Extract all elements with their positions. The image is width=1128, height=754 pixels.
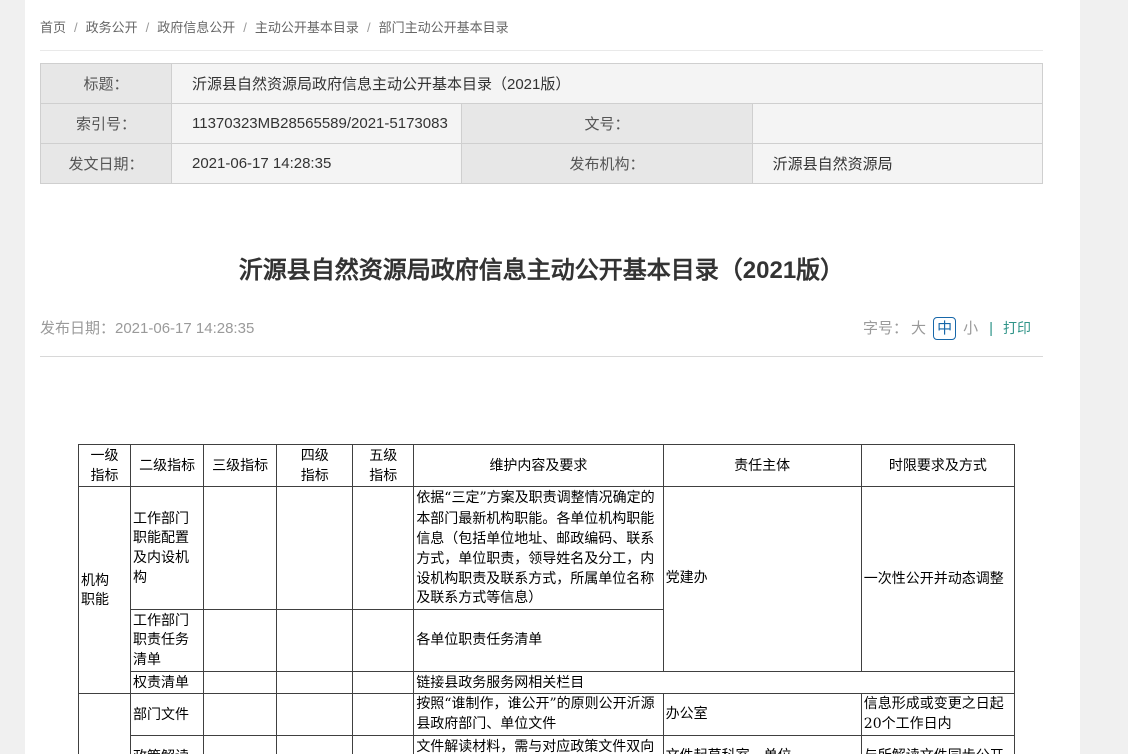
cell-deadline: 信息形成或变更之日起20个工作日内 [861,694,1014,736]
font-size-label: 字号： [863,318,908,339]
breadcrumb-separator: / [243,20,247,35]
meta-row-title: 标题： 沂源县自然资源局政府信息主动公开基本目录（2021版） [41,64,1043,104]
header-level3: 三级指标 [204,445,277,487]
table-row: 部门文件 按照“谁制作，谁公开”的原则公开沂源县政府部门、单位文件 办公室 信息… [79,694,1015,736]
empty-cell [204,736,277,754]
table-row: 权责清单 链接县政务服务网相关栏目 [79,671,1015,694]
meta-row-index: 索引号： 11370323MB28565589/2021-5173083 文号： [41,104,1043,144]
header-owner: 责任主体 [663,445,861,487]
empty-cell [204,609,277,671]
article-toolbar: 发布日期：2021-06-17 14:28:35 字号： 大 中 小 | 打印 [40,317,1043,340]
page-left-gutter [0,0,25,754]
cell-content: 依据“三定”方案及职责调整情况确定的本部门最新机构职能。各单位机构职能信息（包括… [414,487,663,610]
breadcrumb-zhengwu[interactable]: 政务公开 [86,20,138,35]
header-deadline: 时限要求及方式 [861,445,1014,487]
breadcrumb-basic-catalog[interactable]: 主动公开基本目录 [255,20,359,35]
empty-cell [277,694,353,736]
breadcrumb-dept-catalog[interactable]: 部门主动公开基本目录 [379,20,509,35]
empty-cell [204,694,277,736]
header-level5: 五级 指标 [353,445,414,487]
cell-level2: 工作部门职能配置及内设机构 [131,487,204,610]
meta-index-label: 索引号： [41,104,172,144]
cell-content: 文件解读材料，需与对应政策文件双向关联 [414,736,663,754]
breadcrumb-separator: / [74,20,78,35]
meta-agency-label: 发布机构： [462,144,752,184]
empty-cell [204,671,277,694]
header-content: 维护内容及要求 [414,445,663,487]
page-content: 首页 / 政务公开 / 政府信息公开 / 主动公开基本目录 / 部门主动公开基本目录 标题： 沂… [25,0,1080,754]
cell-content: 各单位职责任务清单 [414,609,663,671]
article-title: 沂源县自然资源局政府信息主动公开基本目录（2021版） [40,254,1043,287]
empty-cell [353,671,414,694]
header-level2: 二级指标 [131,445,204,487]
print-button[interactable]: 打印 [1003,318,1031,339]
font-size-controls: 字号： 大 中 小 | 打印 [863,317,1043,340]
header-level4: 四级 指标 [277,445,353,487]
empty-cell [204,487,277,610]
empty-cell [277,487,353,610]
catalog-header-row: 一级 指标 二级指标 三级指标 四级 指标 五级 指标 维护内容及要求 责任主体… [79,445,1015,487]
meta-docnum-label: 文号： [462,104,752,144]
meta-date-value: 2021-06-17 14:28:35 [172,144,462,184]
cell-level1-section2 [79,694,131,754]
cell-owner: 办公室 [663,694,861,736]
toolbar-divider: | [989,318,993,339]
cell-level2: 部门文件 [131,694,204,736]
empty-cell [353,736,414,754]
meta-row-date: 发文日期： 2021-06-17 14:28:35 发布机构： 沂源县自然资源局 [41,144,1043,184]
empty-cell [353,487,414,610]
empty-cell [277,609,353,671]
cell-deadline: 与所解读文件同步公开 [861,736,1014,754]
empty-cell [277,671,353,694]
cell-content: 按照“谁制作，谁公开”的原则公开沂源县政府部门、单位文件 [414,694,663,736]
empty-cell [353,694,414,736]
meta-title-label: 标题： [41,64,172,104]
breadcrumb-separator: / [146,20,150,35]
breadcrumb: 首页 / 政务公开 / 政府信息公开 / 主动公开基本目录 / 部门主动公开基本目录 [40,0,1043,51]
cell-level2: 工作部门职责任务清单 [131,609,204,671]
breadcrumb-home[interactable]: 首页 [40,20,66,35]
table-row: 机构 职能 工作部门职能配置及内设机构 依据“三定”方案及职责调整情况确定的本部… [79,487,1015,610]
table-row: 政策解读 文件解读材料，需与对应政策文件双向关联 文件起草科室、单位 与所解读文… [79,736,1015,754]
meta-agency-value: 沂源县自然资源局 [752,144,1042,184]
page-right-gutter [1080,0,1128,754]
header-level1: 一级 指标 [79,445,131,487]
meta-title-value: 沂源县自然资源局政府信息主动公开基本目录（2021版） [172,64,1043,104]
cell-level1-orgfunction: 机构 职能 [79,487,131,694]
meta-date-label: 发文日期： [41,144,172,184]
breadcrumb-separator: / [367,20,371,35]
catalog-table: 一级 指标 二级指标 三级指标 四级 指标 五级 指标 维护内容及要求 责任主体… [78,444,1015,754]
cell-level2: 政策解读 [131,736,204,754]
font-size-medium-button[interactable]: 中 [933,317,956,340]
cell-deadline: 一次性公开并动态调整 [861,487,1014,671]
cell-owner: 文件起草科室、单位 [663,736,861,754]
meta-docnum-value [752,104,1042,144]
publish-date: 发布日期：2021-06-17 14:28:35 [40,318,254,339]
font-size-small-button[interactable]: 小 [963,318,978,339]
cell-content: 链接县政务服务网相关栏目 [414,671,1015,694]
document-meta-table: 标题： 沂源县自然资源局政府信息主动公开基本目录（2021版） 索引号： 113… [40,63,1043,184]
meta-index-value: 11370323MB28565589/2021-5173083 [172,104,462,144]
empty-cell [353,609,414,671]
empty-cell [277,736,353,754]
cell-level2: 权责清单 [131,671,204,694]
cell-owner: 党建办 [663,487,861,671]
font-size-large-button[interactable]: 大 [911,318,926,339]
breadcrumb-info-disclosure[interactable]: 政府信息公开 [157,20,235,35]
header-divider [40,356,1043,357]
